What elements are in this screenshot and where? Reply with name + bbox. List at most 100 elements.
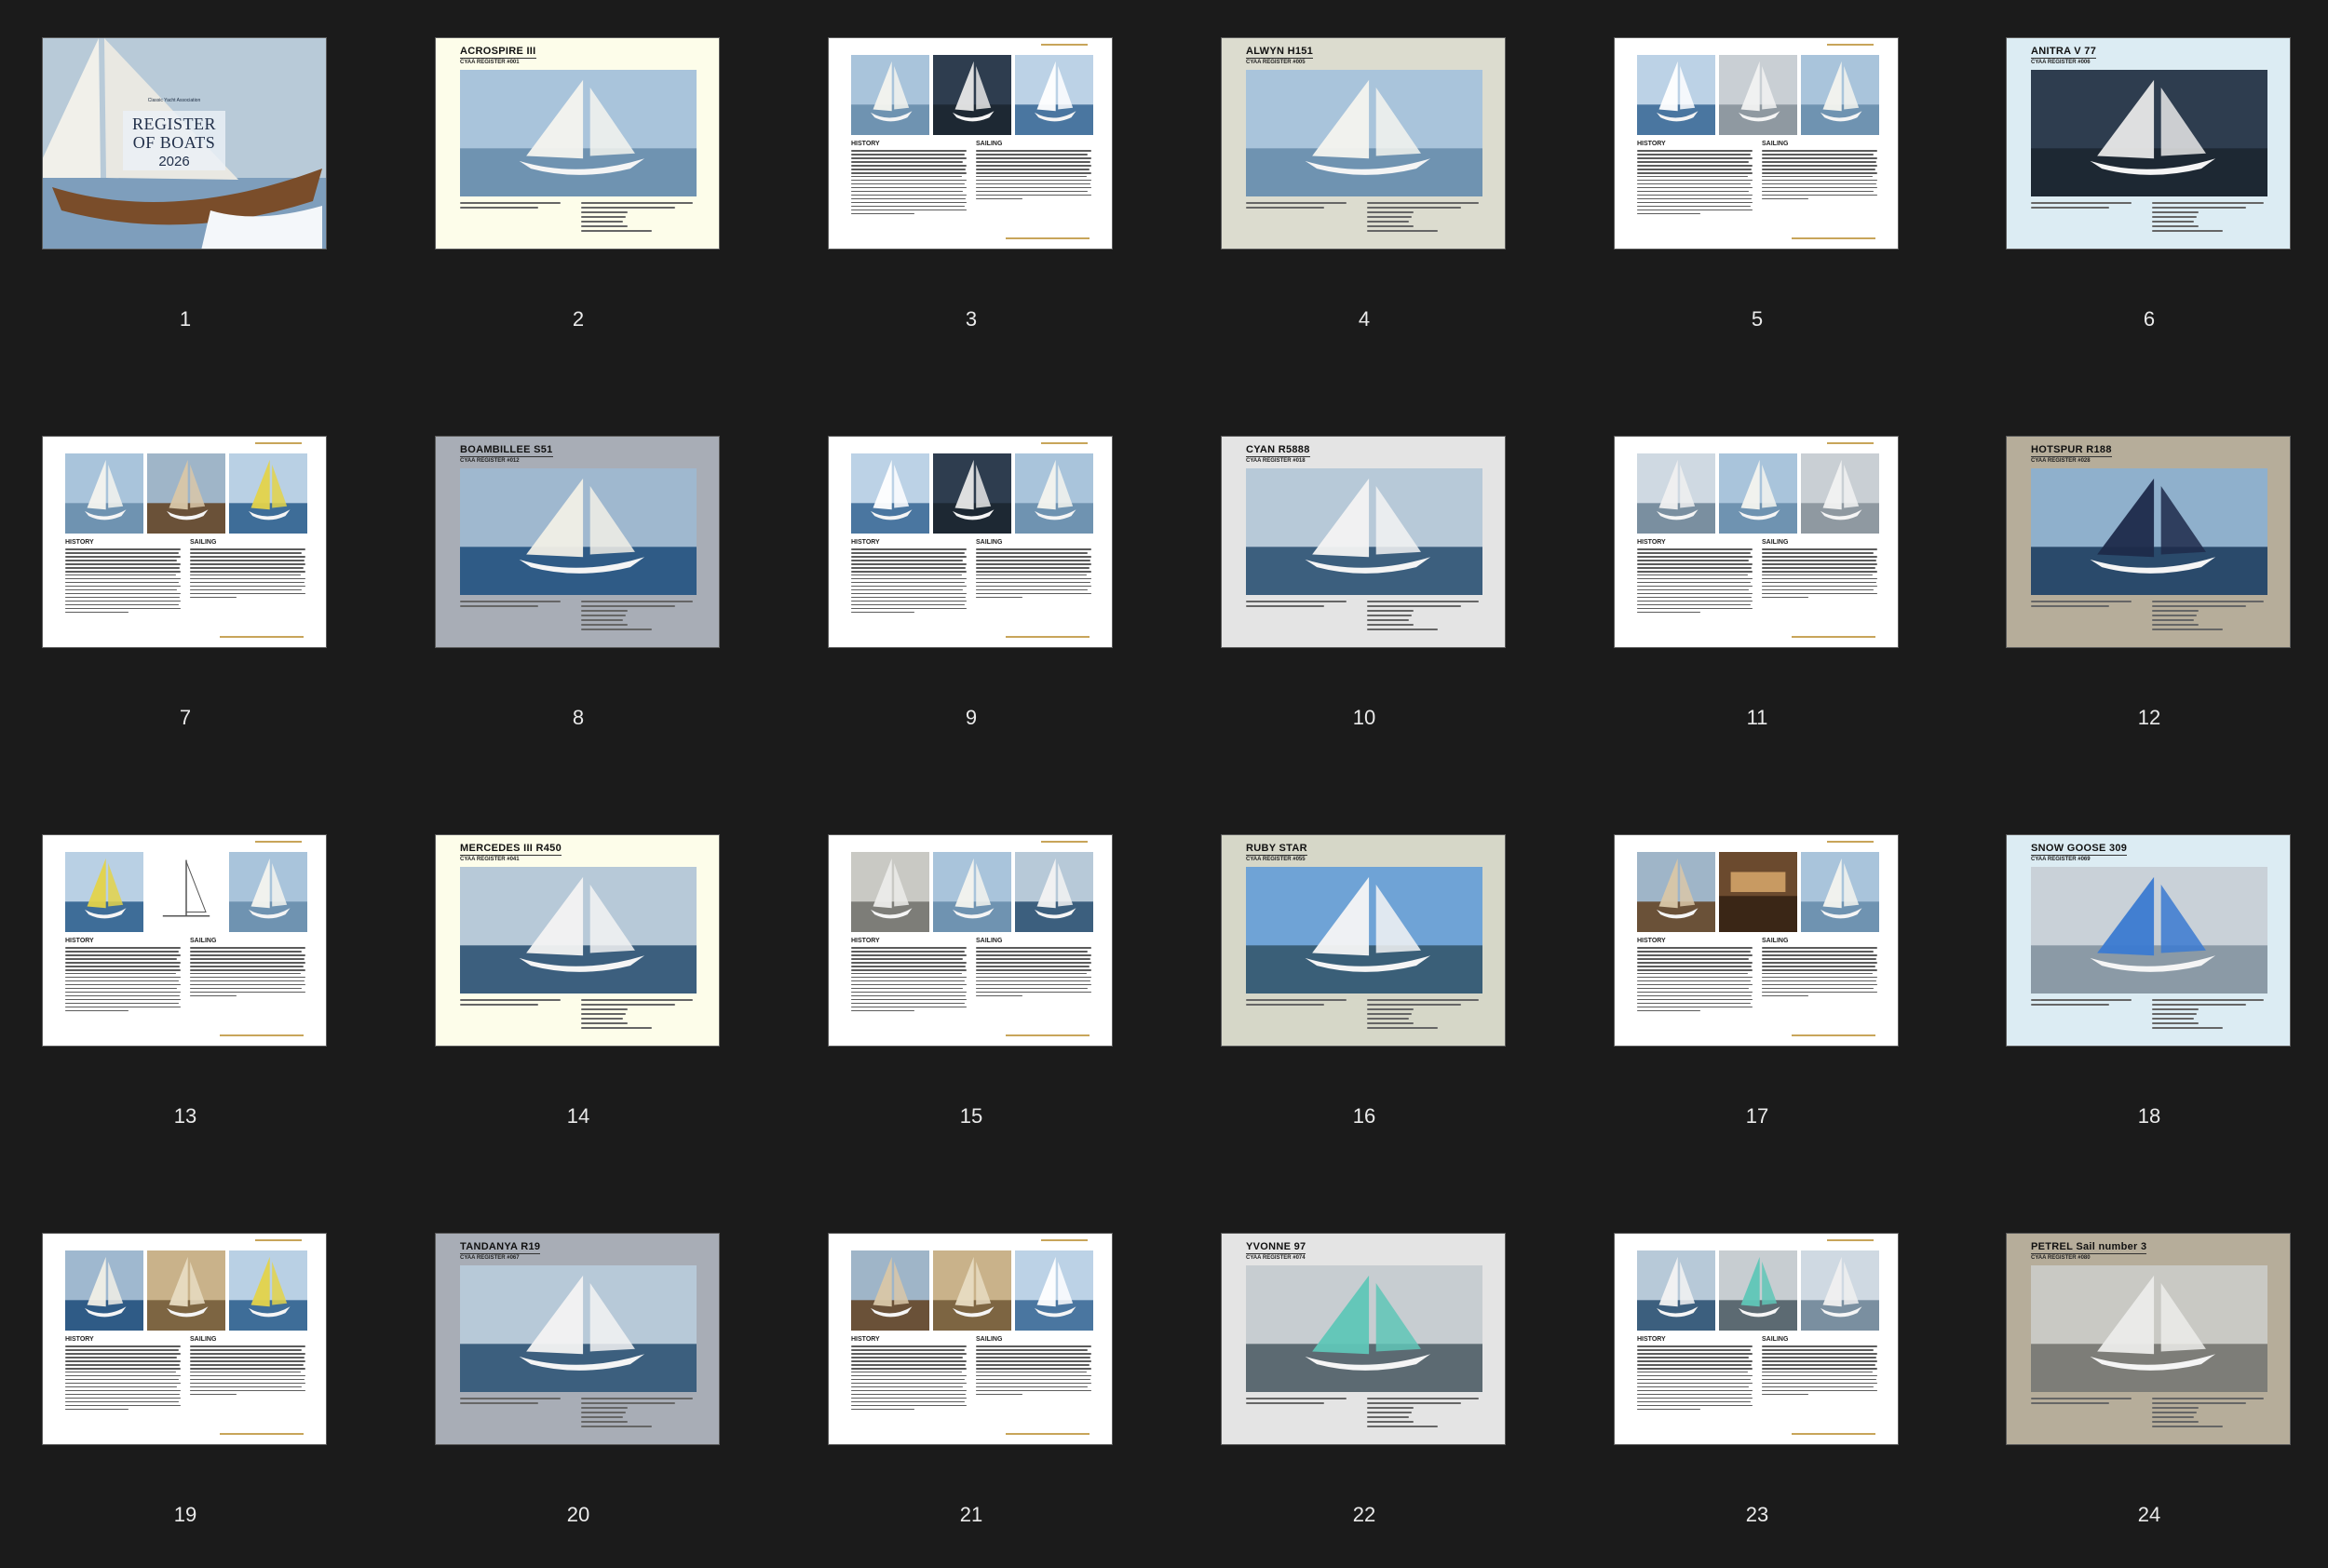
page-preview[interactable]: RUBY STAR CYAA REGISTER #055 (1221, 834, 1506, 1047)
photo-caption (460, 1398, 572, 1407)
header-mark (1041, 1239, 1088, 1241)
photo-caption (1246, 202, 1358, 211)
text-line (976, 190, 1089, 193)
sailing-text (976, 150, 1091, 202)
photo-3 (1801, 1250, 1879, 1331)
page-preview[interactable]: HISTORY SAILING (1614, 37, 1899, 250)
boat-hero-photo (2031, 867, 2267, 994)
page-thumbnail-14[interactable]: MERCEDES III R450 CYAA REGISTER #041 14 (435, 834, 722, 1169)
boat-title: ANITRA V 77 (2031, 46, 2097, 59)
page-number: 14 (566, 1104, 590, 1128)
page-preview[interactable]: CYAN R5888 CYAA REGISTER #018 (1221, 436, 1506, 648)
text-line (851, 153, 965, 155)
page-thumbnail-22[interactable]: YVONNE 97 CYAA REGISTER #074 22 (1221, 1233, 1508, 1568)
page-thumbnail-17[interactable]: HISTORY SAILING 17 (1614, 834, 1901, 1169)
page-preview[interactable]: HISTORY SAILING (828, 1233, 1113, 1445)
page-thumbnail-7[interactable]: HISTORY SAILING 7 (42, 436, 329, 771)
page-preview[interactable]: MERCEDES III R450 CYAA REGISTER #041 (435, 834, 720, 1047)
page-thumbnail-23[interactable]: HISTORY SAILING 23 (1614, 1233, 1901, 1568)
page-preview[interactable]: Classic Yacht Association REGISTER OF BOAT… (42, 37, 327, 250)
history-heading: HISTORY (851, 938, 880, 944)
text-line (851, 574, 963, 576)
text-line (1637, 611, 1701, 614)
text-line (581, 230, 652, 232)
text-line (976, 153, 1089, 155)
page-thumbnail-10[interactable]: CYAN R5888 CYAA REGISTER #018 10 (1221, 436, 1508, 771)
page-thumbnail-9[interactable]: HISTORY SAILING 9 (828, 436, 1115, 771)
text-line (65, 1348, 179, 1351)
boat-title: BOAMBILLEE S51 (460, 444, 553, 457)
page-preview[interactable]: HISTORY SAILING (828, 436, 1113, 648)
text-line (851, 150, 967, 152)
page-preview[interactable]: BOAMBILLEE S51 CYAA REGISTER #012 (435, 436, 720, 648)
register-number: CYAA REGISTER #006 (2031, 60, 2091, 65)
page-preview[interactable]: HISTORY SAILING (42, 834, 327, 1047)
page-preview[interactable]: HISTORY SAILING (1614, 1233, 1899, 1445)
page-preview[interactable]: HISTORY SAILING (828, 37, 1113, 250)
page-preview[interactable]: HISTORY SAILING (42, 1233, 327, 1445)
page-thumbnail-8[interactable]: BOAMBILLEE S51 CYAA REGISTER #012 8 (435, 436, 722, 771)
text-line (1762, 1386, 1875, 1388)
page-number: 12 (2137, 706, 2161, 729)
page-preview[interactable]: ANITRA V 77 CYAA REGISTER #006 (2006, 37, 2291, 250)
page-preview[interactable]: YVONNE 97 CYAA REGISTER #074 (1221, 1233, 1506, 1445)
text-line (976, 987, 1089, 990)
page-preview[interactable]: HISTORY SAILING (42, 436, 327, 648)
page-preview[interactable]: SNOW GOOSE 309 CYAA REGISTER #069 (2006, 834, 2291, 1047)
page-number: 2 (572, 307, 585, 331)
page-thumbnail-1[interactable]: Classic Yacht Association REGISTER OF BOAT… (42, 37, 329, 372)
text-line (190, 961, 305, 964)
cover-year: 2026 (158, 154, 190, 169)
page-thumbnail-3[interactable]: HISTORY SAILING 3 (828, 37, 1115, 372)
text-line (976, 164, 1091, 167)
page-thumbnail-13[interactable]: HISTORY SAILING 13 (42, 834, 329, 1169)
text-line (1246, 1004, 1324, 1006)
page-preview[interactable]: PETREL Sail number 3 CYAA REGISTER #080 (2006, 1233, 2291, 1445)
page-preview[interactable]: TANDANYA R19 CYAA REGISTER #067 (435, 1233, 720, 1445)
text-line (851, 171, 967, 174)
page-preview[interactable]: ACROSPIRE III CYAA REGISTER #001 (435, 37, 720, 250)
page-thumbnail-4[interactable]: ALWYN H151 CYAA REGISTER #005 4 (1221, 37, 1508, 372)
text-line (2152, 230, 2223, 232)
text-line (976, 160, 1090, 163)
page-thumbnail-21[interactable]: HISTORY SAILING 21 (828, 1233, 1115, 1568)
text-line (1637, 182, 1751, 185)
text-line (851, 205, 965, 208)
page-preview[interactable]: HISTORY SAILING (1614, 834, 1899, 1047)
photo-3 (1801, 453, 1879, 534)
text-line (851, 555, 967, 558)
page-thumbnail-12[interactable]: HOTSPUR R188 CYAA REGISTER #028 12 (2006, 436, 2293, 771)
page-thumbnail-6[interactable]: ANITRA V 77 CYAA REGISTER #006 6 (2006, 37, 2293, 372)
text-line (976, 585, 1091, 588)
page-thumbnail-5[interactable]: HISTORY SAILING 5 (1614, 37, 1901, 372)
page-thumbnail-2[interactable]: ACROSPIRE III CYAA REGISTER #001 2 (435, 37, 722, 372)
sailing-text (190, 548, 305, 601)
history-heading: HISTORY (1637, 1336, 1666, 1343)
page-preview[interactable]: HOTSPUR R188 CYAA REGISTER #028 (2006, 436, 2291, 648)
page-thumbnail-15[interactable]: HISTORY SAILING 15 (828, 834, 1115, 1169)
boat-specifications (1367, 202, 1484, 235)
page-thumbnail-20[interactable]: TANDANYA R19 CYAA REGISTER #067 20 (435, 1233, 722, 1568)
text-line (976, 1367, 1091, 1370)
text-line (1762, 570, 1877, 573)
register-number: CYAA REGISTER #080 (2031, 1255, 2091, 1261)
page-thumbnail-19[interactable]: HISTORY SAILING 19 (42, 1233, 329, 1568)
page-preview[interactable]: ALWYN H151 CYAA REGISTER #005 (1221, 37, 1506, 250)
page-thumbnail-18[interactable]: SNOW GOOSE 309 CYAA REGISTER #069 18 (2006, 834, 2293, 1169)
page-thumbnail-11[interactable]: HISTORY SAILING 11 (1614, 436, 1901, 771)
text-line (1637, 1356, 1750, 1358)
page-preview[interactable]: HISTORY SAILING (1614, 436, 1899, 648)
text-line (1762, 194, 1877, 196)
text-line (1762, 588, 1875, 591)
page-preview[interactable]: HISTORY SAILING (828, 834, 1113, 1047)
text-line (65, 566, 180, 569)
photo (851, 55, 929, 135)
text-line (1637, 209, 1753, 211)
page-thumbnail-24[interactable]: PETREL Sail number 3 CYAA REGISTER #080 24 (2006, 1233, 2293, 1568)
text-line (581, 1022, 629, 1024)
text-line (1246, 605, 1324, 607)
text-line (976, 1389, 1091, 1392)
page-thumbnail-16[interactable]: RUBY STAR CYAA REGISTER #055 16 (1221, 834, 1508, 1169)
text-line (2152, 601, 2264, 602)
text-line (65, 1382, 181, 1385)
